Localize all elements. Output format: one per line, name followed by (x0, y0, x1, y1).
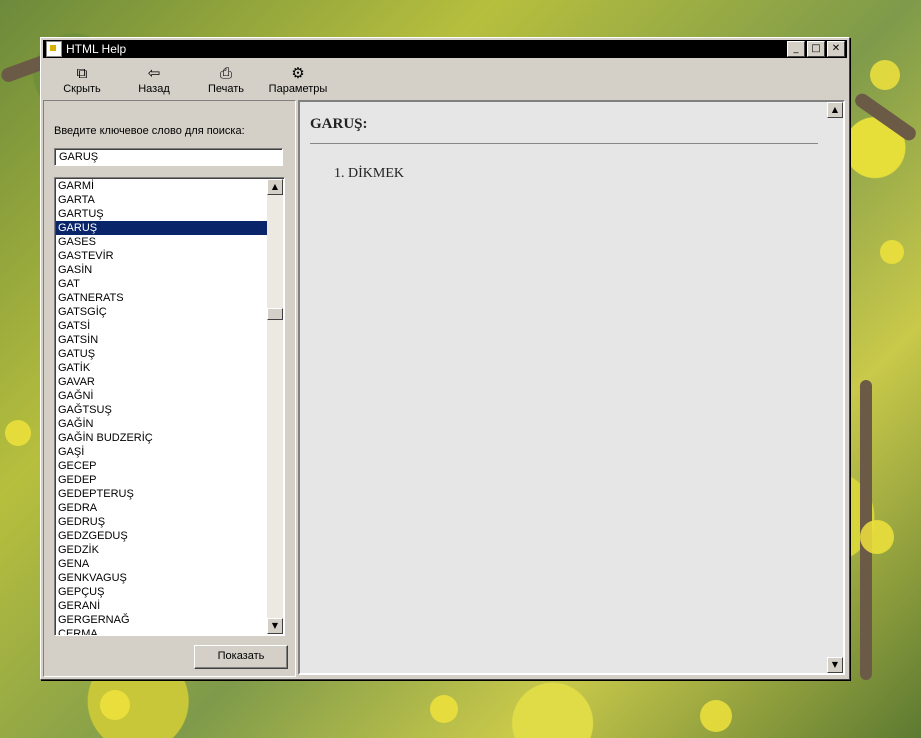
help-app-icon (46, 41, 62, 57)
list-item[interactable]: GENA (56, 557, 268, 571)
list-item[interactable]: GAŞİ (56, 445, 268, 459)
hide-pane-icon: ⧉ (76, 64, 88, 82)
list-item[interactable]: GEDRA (56, 501, 268, 515)
list-item[interactable]: GEDEP (56, 473, 268, 487)
definition-item: DİKMEK (348, 166, 818, 182)
scroll-up-button[interactable]: ▲ (267, 179, 283, 195)
keyword-input[interactable] (54, 148, 283, 166)
printer-icon: ⎙ (219, 64, 232, 82)
keyword-listbox[interactable]: GARMİ GARTA GARTUŞ GARUŞ GASES GASTEVİR GASİN G… (54, 177, 285, 636)
options-button[interactable]: ⚙ Параметры (262, 60, 334, 100)
topic-scroll-up-button[interactable]: ▲ (827, 102, 843, 118)
minimize-button[interactable]: _ (787, 41, 805, 57)
back-button-label: Назад (138, 83, 170, 95)
list-item[interactable]: GENKVAGUŞ (56, 571, 268, 585)
list-item[interactable]: GERGERNAĞ (56, 613, 268, 627)
list-item[interactable]: GATSGİÇ (56, 305, 268, 319)
list-item[interactable]: GASES (56, 235, 268, 249)
list-item[interactable]: GARTUŞ (56, 207, 268, 221)
back-button[interactable]: ⇦ Назад (118, 60, 190, 100)
list-item[interactable]: GEDZİK (56, 543, 268, 557)
list-item[interactable]: GAĞİN BUDZERİÇ (56, 431, 268, 445)
list-item[interactable]: GATSİN (56, 333, 268, 347)
list-item[interactable]: GAVAR (56, 375, 268, 389)
html-help-window: HTML Help _ □ ✕ ⧉ Скрыть ⇦ Назад ⎙ Печат… (40, 37, 850, 680)
toolbar: ⧉ Скрыть ⇦ Назад ⎙ Печать ⚙ Параметры (43, 60, 847, 100)
list-item[interactable]: GASTEVİR (56, 249, 268, 263)
list-item[interactable]: CERMA (56, 627, 268, 635)
list-item[interactable]: GATSİ (56, 319, 268, 333)
list-item[interactable]: GATİK (56, 361, 268, 375)
topic-scrollbar[interactable]: ▲ ▼ (827, 102, 843, 673)
topic-pane: GARUŞ: DİKMEK ▲ ▼ (298, 100, 845, 675)
print-button[interactable]: ⎙ Печать (190, 60, 262, 100)
list-item[interactable]: GAĞİN (56, 417, 268, 431)
window-title: HTML Help (66, 42, 127, 56)
list-item[interactable]: GEPÇUŞ (56, 585, 268, 599)
list-item[interactable]: GAĞTSUŞ (56, 403, 268, 417)
keyword-list: GARMİ GARTA GARTUŞ GARUŞ GASES GASTEVİR GASİN G… (56, 179, 268, 635)
list-item[interactable]: GASİN (56, 263, 268, 277)
listbox-scrollbar[interactable]: ▲ ▼ (267, 179, 283, 634)
list-item[interactable]: GEDRUŞ (56, 515, 268, 529)
list-item[interactable]: GECEP (56, 459, 268, 473)
options-icon: ⚙ (291, 64, 305, 82)
hide-button[interactable]: ⧉ Скрыть (46, 60, 118, 100)
print-button-label: Печать (207, 83, 245, 95)
list-item[interactable]: GATUŞ (56, 347, 268, 361)
topic-scroll-down-button[interactable]: ▼ (827, 657, 843, 673)
title-bar[interactable]: HTML Help _ □ ✕ (43, 40, 847, 58)
list-item[interactable]: GARTA (56, 193, 268, 207)
list-item[interactable]: GAĞNİ (56, 389, 268, 403)
list-item[interactable]: GEDEPTERUŞ (56, 487, 268, 501)
list-item[interactable]: GERANİ (56, 599, 268, 613)
topic-heading: GARUŞ: (310, 116, 818, 144)
scroll-thumb[interactable] (267, 308, 283, 320)
options-button-label: Параметры (268, 83, 328, 95)
hide-button-label: Скрыть (63, 83, 101, 95)
index-pane: Введите ключевое слово для поиска: GARMİ… (43, 100, 296, 677)
scroll-down-button[interactable]: ▼ (267, 618, 283, 634)
list-item[interactable]: GAT (56, 277, 268, 291)
topic-content: GARUŞ: DİKMEK (310, 116, 818, 182)
list-item[interactable]: GEDZGEDUŞ (56, 529, 268, 543)
show-button[interactable]: Показать (194, 645, 288, 669)
list-item[interactable]: GATNERATS (56, 291, 268, 305)
list-item[interactable]: GARMİ (56, 179, 268, 193)
definition-list: DİKMEK (310, 166, 818, 182)
close-button[interactable]: ✕ (827, 41, 845, 57)
maximize-button[interactable]: □ (807, 41, 825, 57)
back-arrow-icon: ⇦ (147, 64, 161, 82)
search-prompt-label: Введите ключевое слово для поиска: (54, 125, 245, 137)
list-item[interactable]: GARUŞ (56, 221, 268, 235)
